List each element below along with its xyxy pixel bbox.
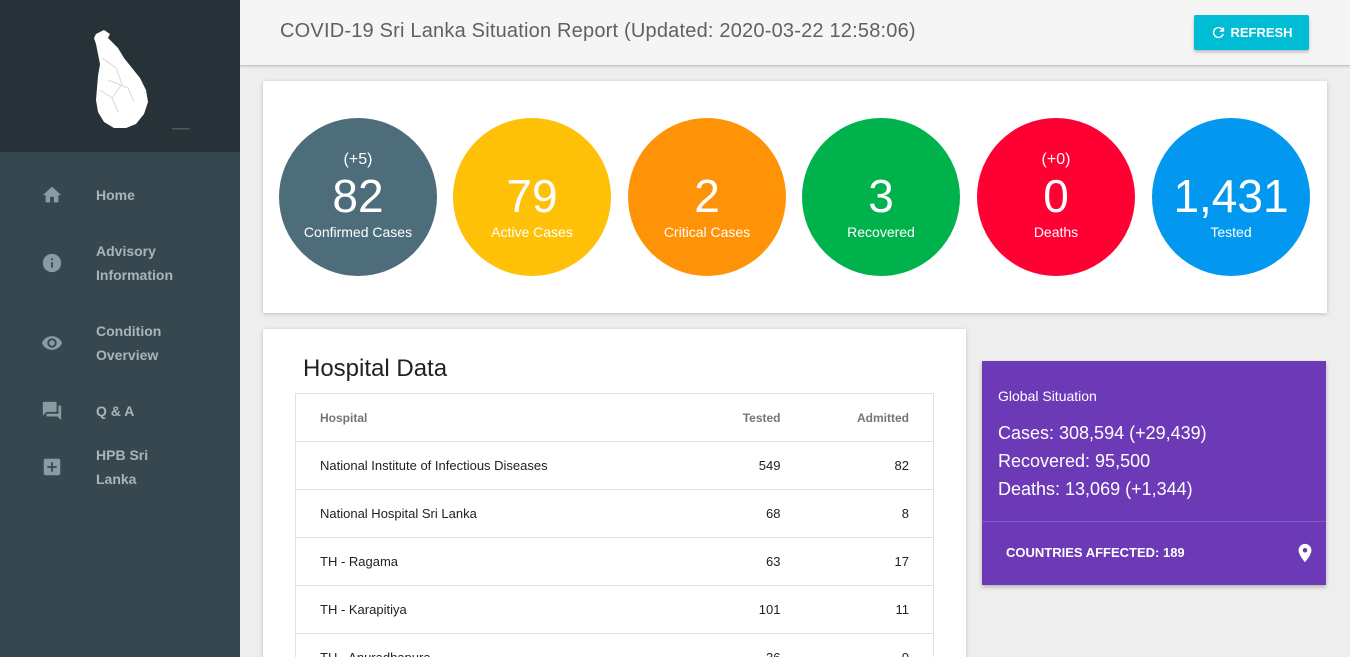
hospital-name-cell: TH - Karapitiya (295, 585, 696, 634)
hospital-name-cell: TH - Anuradhapura (295, 633, 696, 657)
stat-delta: (+0) (1041, 151, 1071, 168)
stats-card: (+5) 82 Confirmed Cases 79 Active Cases … (263, 81, 1327, 313)
sidebar-header (0, 0, 240, 152)
stat-value: 2 (694, 170, 720, 222)
sidebar-nav: Home Advisory Information Condition Over… (0, 152, 240, 495)
global-deaths: Deaths: 13,069 (+1,344) (998, 479, 1193, 499)
hospital-cross-icon (40, 455, 64, 479)
sidebar-item-advisory-information[interactable]: Advisory Information (0, 223, 240, 303)
table-row: National Institute of Infectious Disease… (295, 441, 934, 490)
stat-recovered: 3 Recovered (802, 118, 960, 276)
stat-critical-cases: 2 Critical Cases (628, 118, 786, 276)
global-situation-card: Global Situation Cases: 308,594 (+29,439… (982, 361, 1326, 585)
stat-label: Tested (1210, 224, 1252, 240)
eye-icon (40, 331, 64, 355)
tested-cell: 36 (695, 633, 781, 657)
column-header-tested[interactable]: Tested (695, 393, 781, 442)
sidebar-item-label: Q & A (96, 403, 135, 419)
stat-value: 82 (332, 170, 384, 222)
table-row: TH - Ragama 63 17 (295, 537, 934, 586)
refresh-button[interactable]: REFRESH (1194, 15, 1309, 50)
global-recovered: Recovered: 95,500 (998, 451, 1151, 471)
sidebar-item-label: Home (96, 187, 135, 203)
home-icon (40, 183, 64, 207)
page-title: COVID-19 Sri Lanka Situation Report (Upd… (280, 20, 916, 42)
column-header-admitted[interactable]: Admitted (780, 393, 934, 442)
stat-value: 3 (868, 170, 894, 222)
stat-label: Critical Cases (663, 224, 751, 240)
admitted-cell: 8 (780, 489, 934, 538)
stat-confirmed-cases: (+5) 82 Confirmed Cases (279, 118, 437, 276)
sidebar-item-home[interactable]: Home (0, 167, 240, 223)
sidebar-item-condition-overview[interactable]: Condition Overview (0, 303, 240, 383)
column-header-hospital[interactable]: Hospital (295, 393, 696, 442)
admitted-cell: 0 (780, 633, 934, 657)
sidebar-item-label: HPB Sri Lanka (96, 447, 149, 487)
hospital-name-cell: National Hospital Sri Lanka (295, 489, 696, 538)
tested-cell: 63 (695, 537, 781, 586)
global-card-divider (982, 521, 1326, 522)
sidebar-item-q-and-a[interactable]: Q & A (0, 383, 240, 439)
forum-icon (40, 399, 64, 423)
stat-label: Active Cases (491, 224, 573, 240)
hospital-name-cell: TH - Ragama (295, 537, 696, 586)
info-icon (40, 251, 64, 275)
global-situation-title: Global Situation (998, 388, 1097, 404)
stat-delta: (+5) (343, 151, 373, 168)
sidebar-item-label: Advisory Information (96, 243, 173, 283)
table-row: TH - Anuradhapura 36 0 (295, 633, 934, 657)
sidebar-item-label: Condition Overview (96, 323, 162, 363)
tested-cell: 68 (695, 489, 781, 538)
admitted-cell: 11 (780, 585, 934, 634)
admitted-cell: 82 (780, 441, 934, 490)
hospital-data-card: Hospital Data Hospital Tested Admitted N… (263, 329, 966, 657)
hospital-table: Hospital Tested Admitted National Instit… (295, 393, 934, 657)
stat-active-cases: 79 Active Cases (453, 118, 611, 276)
sidebar: Home Advisory Information Condition Over… (0, 0, 240, 657)
tested-cell: 549 (695, 441, 781, 490)
stat-label: Deaths (1033, 224, 1079, 240)
table-row: TH - Karapitiya 101 11 (295, 585, 934, 634)
tested-cell: 101 (695, 585, 781, 634)
top-header: COVID-19 Sri Lanka Situation Report (Upd… (240, 0, 1350, 66)
stat-deaths: (+0) 0 Deaths (977, 118, 1135, 276)
stat-tested: 1,431 Tested (1152, 118, 1310, 276)
table-row: National Hospital Sri Lanka 68 8 (295, 489, 934, 538)
sidebar-item-hpb-sri-lanka[interactable]: HPB Sri Lanka (0, 439, 240, 495)
admitted-cell: 17 (780, 537, 934, 586)
stat-label: Confirmed Cases (303, 224, 413, 240)
hospital-name-cell: National Institute of Infectious Disease… (295, 441, 696, 490)
map-pin-icon[interactable] (1294, 542, 1316, 564)
refresh-icon (1213, 26, 1225, 39)
stat-value: 1,431 (1173, 170, 1289, 222)
countries-affected: COUNTRIES AFFECTED: 189 (1006, 545, 1185, 560)
stat-label: Recovered (847, 224, 915, 240)
refresh-button-label: REFRESH (1230, 25, 1293, 40)
stat-value: 0 (1043, 170, 1069, 222)
table-header-row: Hospital Tested Admitted (295, 393, 934, 442)
global-cases: Cases: 308,594 (+29,439) (998, 423, 1207, 443)
hospital-data-title: Hospital Data (303, 355, 448, 382)
stat-value: 79 (506, 170, 558, 222)
sri-lanka-map-logo (94, 30, 190, 130)
